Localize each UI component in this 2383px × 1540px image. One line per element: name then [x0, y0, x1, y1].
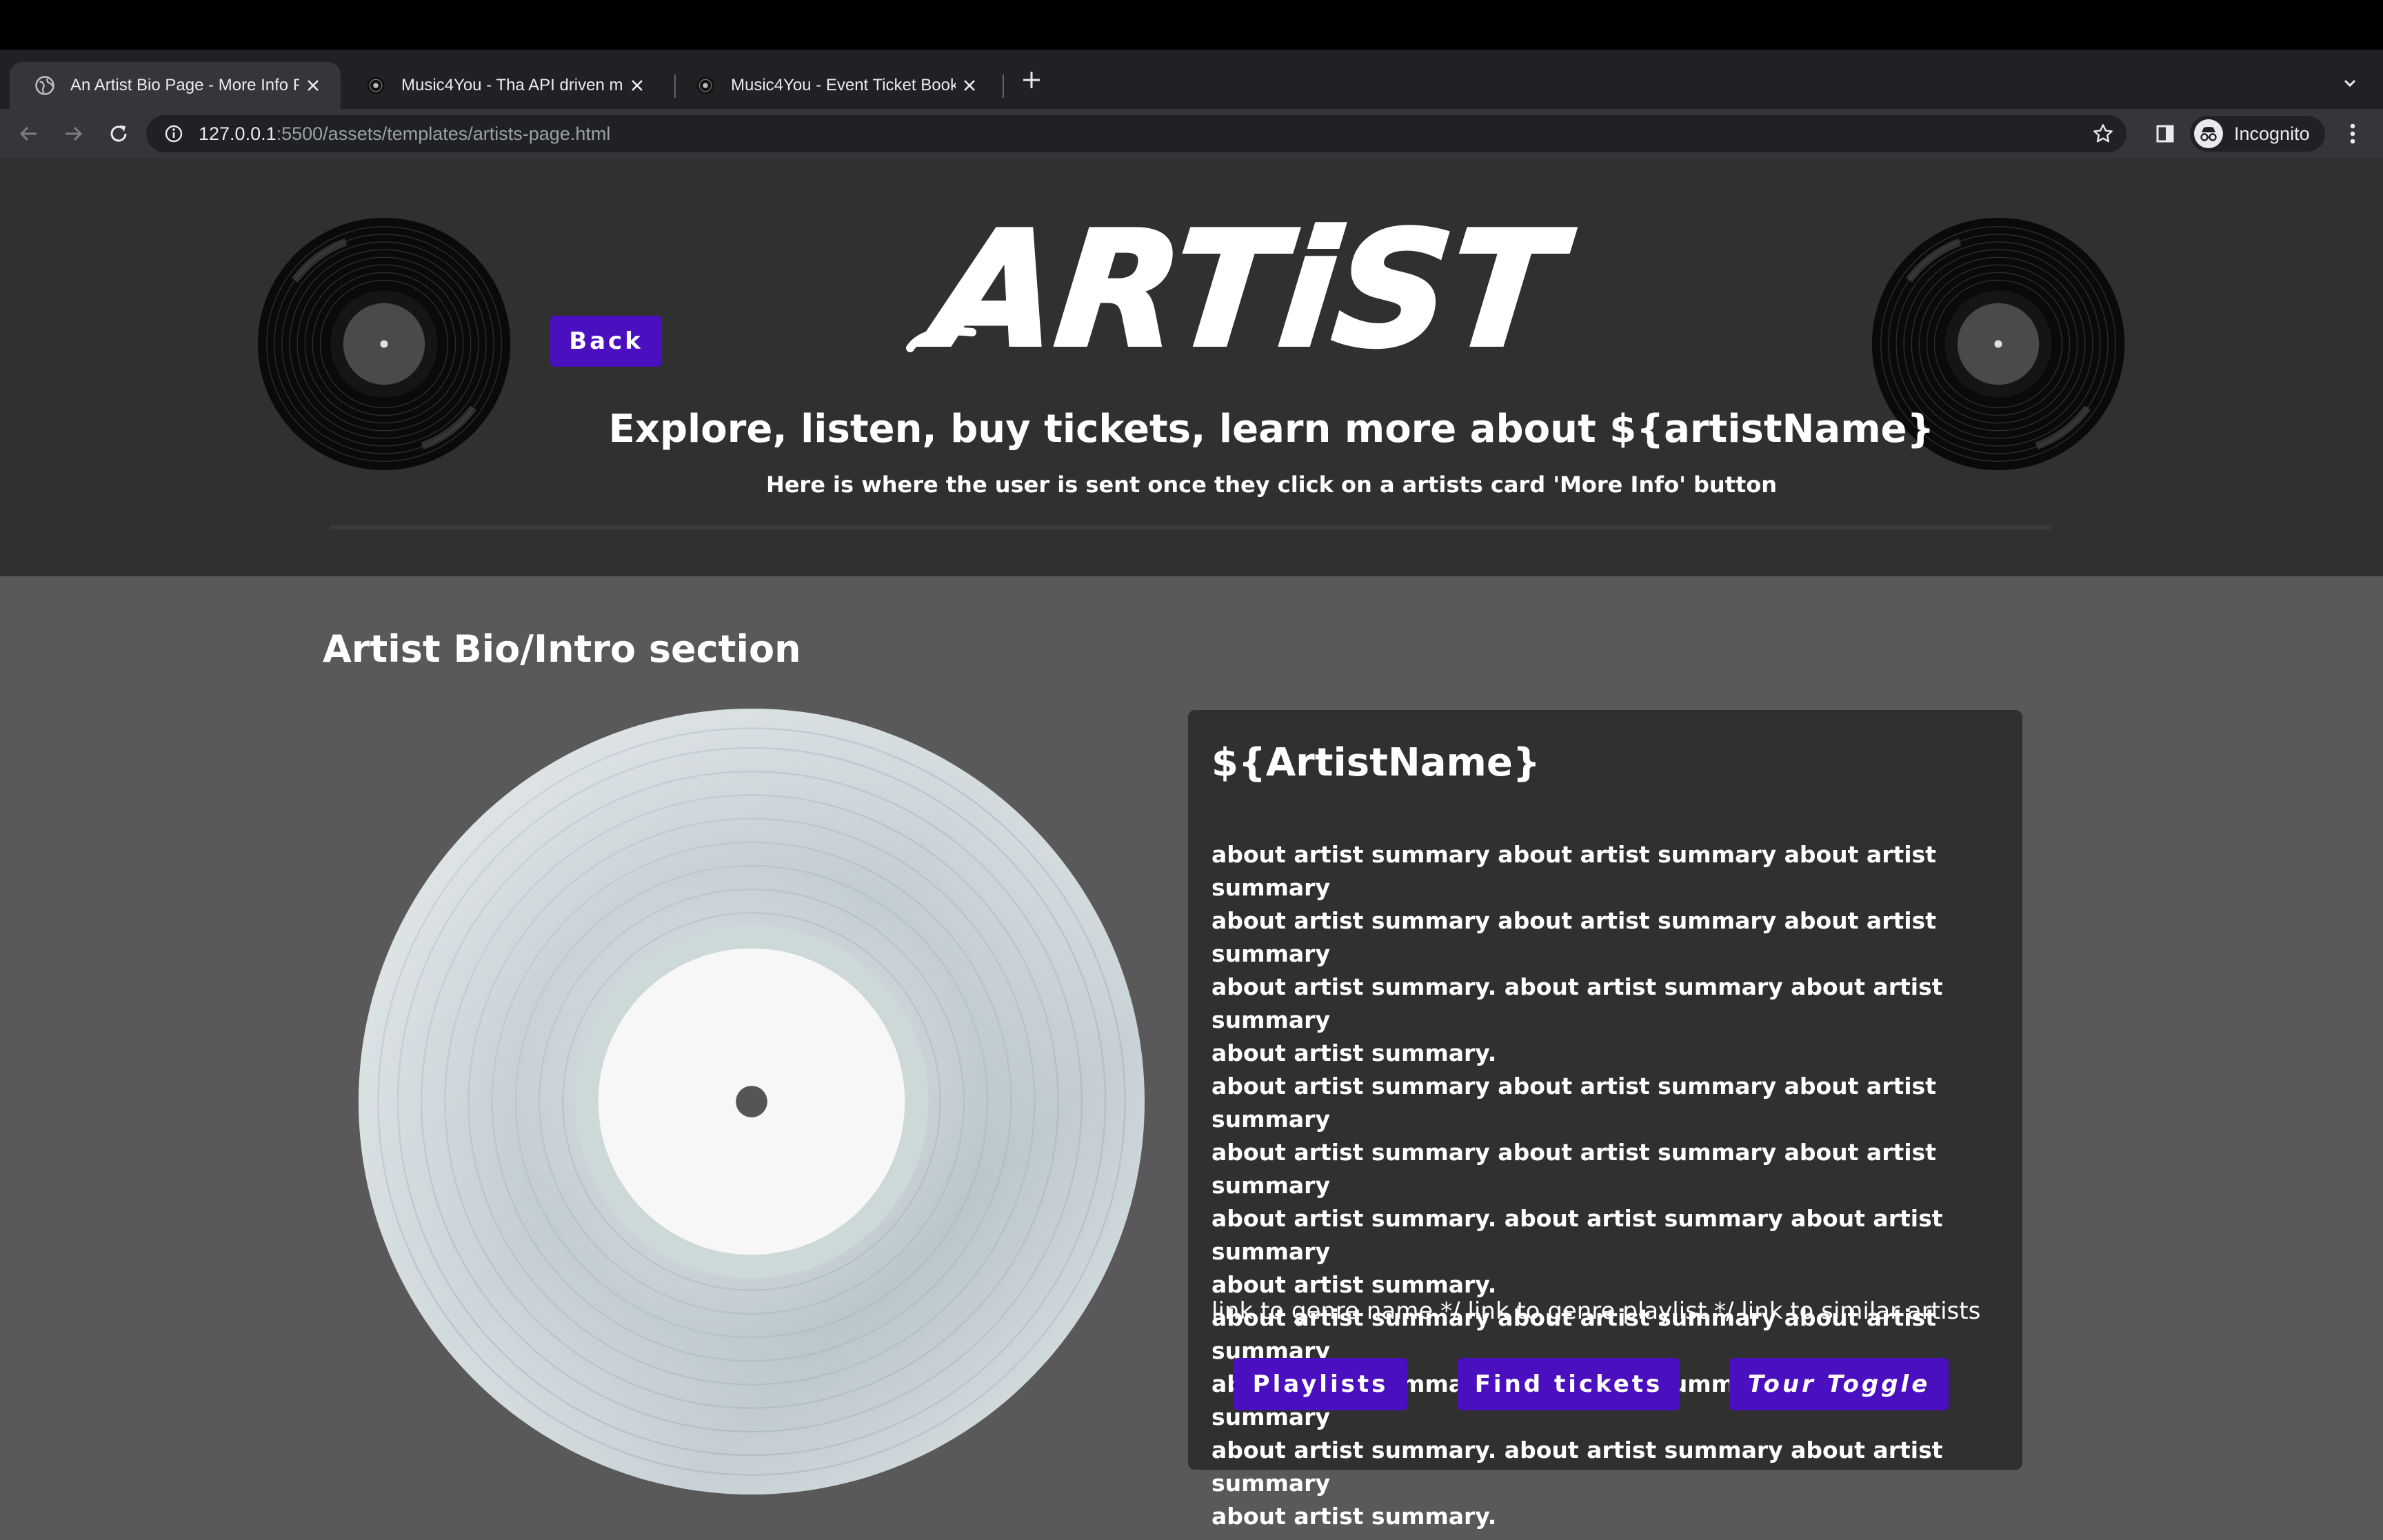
address-bar[interactable]: 127.0.0.1:5500/assets/templates/artists-…	[146, 115, 2126, 152]
vinyl-favicon-icon	[696, 77, 714, 94]
tab-title: Music4You - Tha API driven music	[401, 76, 623, 94]
kebab-menu-icon[interactable]	[2337, 119, 2368, 149]
tab-title: An Artist Bio Page - More Info Page	[70, 76, 299, 94]
tab-separator	[1003, 74, 1004, 98]
tab-music4you-api[interactable]: Music4You - Tha API driven music	[341, 62, 665, 109]
tab-title: Music4You - Event Ticket Booking	[731, 76, 956, 94]
incognito-icon	[2194, 119, 2223, 148]
tab-music4you-tickets[interactable]: Music4You - Event Ticket Booking	[670, 62, 997, 109]
find-tickets-button[interactable]: Find tickets	[1458, 1358, 1680, 1410]
header-subtitle: Explore, listen, buy tickets, learn more…	[608, 407, 1935, 452]
page-viewport: Back ARTiST Explore, listen, buy tickets…	[0, 159, 2383, 1540]
close-icon[interactable]	[299, 72, 327, 99]
incognito-label: Incognito	[2234, 123, 2310, 144]
silver-vinyl-image	[359, 709, 1145, 1495]
url-host: 127.0.0.1	[199, 123, 276, 144]
back-arrow-icon[interactable]	[14, 119, 44, 149]
url-path: :5500/assets/templates/artists-page.html	[276, 123, 611, 144]
tab-strip: An Artist Bio Page - More Info Page Musi…	[0, 50, 2383, 109]
section-title: Artist Bio/Intro section	[323, 627, 801, 671]
browser-toolbar: 127.0.0.1:5500/assets/templates/artists-…	[0, 109, 2383, 159]
tour-toggle-button[interactable]: Tour Toggle	[1729, 1358, 1949, 1410]
side-panel-icon[interactable]	[2150, 119, 2180, 149]
page-header: Back ARTiST Explore, listen, buy tickets…	[0, 159, 2383, 576]
info-icon[interactable]	[164, 124, 183, 143]
summary-paragraph: about artist summary about artist summar…	[1211, 1304, 1943, 1530]
incognito-profile-button[interactable]: Incognito	[2190, 116, 2325, 152]
tab-search-chevron-icon[interactable]	[2336, 69, 2364, 97]
back-button[interactable]: Back	[550, 316, 662, 367]
star-icon[interactable]	[2092, 123, 2114, 145]
artist-name: ${ArtistName}	[1211, 740, 1540, 785]
summary-paragraph: about artist summary about artist summar…	[1211, 1073, 1943, 1298]
header-description: Here is where the user is sent once they…	[765, 472, 1778, 498]
globe-icon	[35, 76, 54, 95]
summary-paragraph: about artist summary about artist summar…	[1211, 841, 1943, 1066]
vinyl-favicon-icon	[367, 77, 385, 94]
close-icon[interactable]	[623, 72, 651, 99]
artist-bio-card: ${ArtistName} about artist summary about…	[1188, 710, 2022, 1530]
artist-logo: ARTiST	[906, 214, 1580, 365]
tab-artist-bio[interactable]: An Artist Bio Page - More Info Page	[10, 62, 341, 109]
window-top-bar	[0, 0, 2383, 50]
genre-links-text: link to genre name */ link to genre play…	[1211, 1297, 1981, 1325]
close-icon[interactable]	[956, 72, 983, 99]
artist-logo-text: ARTiST	[916, 214, 1579, 365]
playlists-button[interactable]: Playlists	[1234, 1358, 1407, 1410]
url-text: 127.0.0.1:5500/assets/templates/artists-…	[199, 123, 2092, 145]
artist-summary: about artist summary about artist summar…	[1211, 838, 2011, 1533]
forward-arrow-icon[interactable]	[58, 119, 88, 149]
header-divider	[330, 525, 2052, 529]
reload-icon[interactable]	[103, 119, 134, 149]
new-tab-plus-icon[interactable]	[1016, 65, 1047, 95]
